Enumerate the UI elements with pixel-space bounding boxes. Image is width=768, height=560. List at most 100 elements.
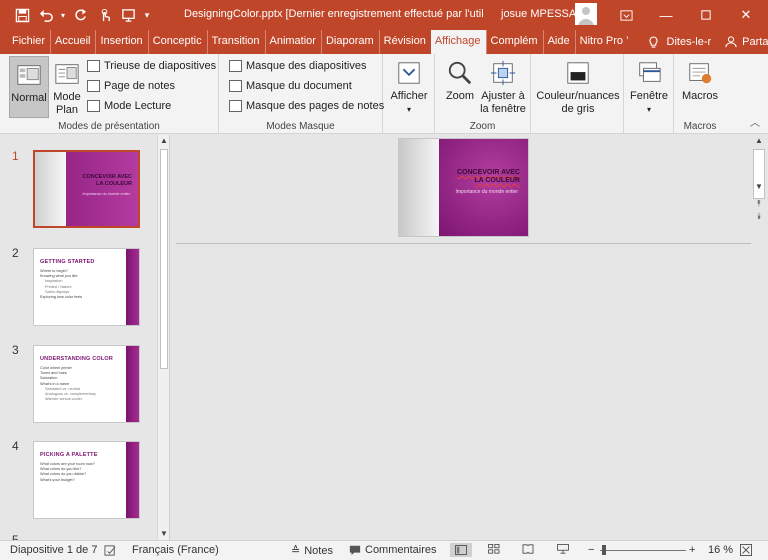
ribbon-display-options-icon[interactable] (606, 0, 646, 30)
tab-revision[interactable]: Révision (378, 30, 431, 54)
reading-view-status-icon[interactable] (522, 544, 534, 554)
comments-label: Commentaires (365, 544, 437, 556)
zoom-slider[interactable] (600, 550, 686, 551)
tab-accueil[interactable]: Accueil (50, 30, 95, 54)
slide-thumbnail-4[interactable]: PICKING A PALETTE What colors are your r… (33, 441, 140, 519)
normal-view-status-icon[interactable] (450, 543, 472, 557)
tell-me-box[interactable]: Dites-le-r (648, 30, 711, 54)
spellcheck-icon[interactable] (104, 544, 117, 557)
close-icon[interactable]: ✕ (726, 0, 766, 30)
notes-page-button[interactable]: Page de notes (87, 80, 175, 92)
main-scrollbar[interactable]: ▲ ▼ (752, 135, 766, 199)
notes-master-label: Masque des pages de notes (246, 100, 385, 112)
tab-insertion[interactable]: Insertion (95, 30, 147, 54)
show-dropdown-icon: ▾ (406, 105, 411, 114)
current-slide-title[interactable]: CONCEVOIR AVEC LA COULEUR (457, 169, 520, 185)
notes-divider[interactable] (176, 243, 751, 244)
show-label: Afficher (390, 90, 428, 102)
fit-to-window-button[interactable]: Ajuster à la fenêtre (479, 58, 527, 116)
normal-view-button[interactable]: Normal (9, 56, 49, 118)
customize-qat-icon[interactable]: ▾ (140, 3, 154, 27)
tab-affichage[interactable]: Affichage (430, 30, 486, 54)
scrollbar-thumb[interactable] (160, 149, 168, 369)
current-slide-subtitle[interactable]: Importance du monde entier (455, 189, 518, 195)
tab-aide[interactable]: Aide (542, 30, 575, 54)
macros-button[interactable]: Macros (680, 58, 720, 103)
touch-mode-icon[interactable] (92, 3, 116, 27)
tab-fichier[interactable]: Fichier (0, 30, 50, 54)
slide-title: UNDERSTANDING COLOR (40, 356, 114, 362)
notes-master-button[interactable]: Masque des pages de notes (229, 100, 384, 112)
window-button[interactable]: Fenêtre ▾ (629, 58, 669, 116)
current-slide[interactable]: CONCEVOIR AVEC LA COULEUR Importance du … (398, 138, 529, 237)
slide-bullet: What's your budget? (40, 477, 75, 482)
outline-view-button[interactable]: Mode Plan (51, 59, 83, 119)
share-button[interactable]: Partager (725, 30, 768, 54)
language[interactable]: Français (France) (132, 544, 219, 556)
notes-button[interactable]: ≙ Notes (291, 544, 333, 558)
status-bar: Diapositive 1 de 7 Français (France) ≙ N… (0, 540, 768, 560)
handout-master-icon (229, 80, 242, 92)
zoom-in-icon[interactable]: + (689, 544, 695, 556)
scroll-up-icon[interactable]: ▲ (158, 135, 169, 147)
thumbnails-scrollbar[interactable]: ▲ ▼ (157, 135, 169, 540)
slideshow-status-icon[interactable] (557, 544, 569, 554)
slide-master-button[interactable]: Masque des diapositives (229, 60, 366, 72)
slide-thumbnail-2[interactable]: GETTING STARTED Where to begin? Knowing … (33, 248, 140, 326)
comments-button[interactable]: Commentaires (349, 544, 437, 556)
ribbon: Normal Mode Plan Trieuse de diapositives… (0, 54, 768, 134)
window-label: Fenêtre (630, 90, 668, 102)
user-name[interactable]: josue MPESSA (501, 8, 576, 20)
avatar[interactable] (575, 3, 597, 25)
slide-title: GETTING STARTED (40, 259, 95, 265)
normal-view-icon (14, 60, 44, 90)
slide-sorter-status-icon[interactable] (488, 544, 500, 554)
undo-dropdown-icon[interactable]: ▾ (58, 3, 68, 27)
slide-subtitle: Importance du monde entier (82, 192, 131, 196)
scroll-down-icon[interactable]: ▼ (158, 528, 169, 540)
tab-animations[interactable]: Animatior (264, 30, 321, 54)
show-button[interactable]: Afficher ▾ (389, 58, 429, 116)
slide-number: 5 (12, 533, 19, 540)
normal-view-label: Normal (11, 92, 47, 104)
previous-slide-icon[interactable]: ⯭ (754, 198, 764, 209)
slide-bullet: Warmer versus cooler (45, 397, 82, 402)
tab-nitro-pro[interactable]: Nitro Pro ’ (574, 30, 634, 54)
fit-to-window-icon (488, 58, 518, 88)
slide-sorter-button[interactable]: Trieuse de diapositives (87, 60, 216, 72)
zoom-slider-thumb[interactable] (602, 545, 606, 555)
tab-diaporama[interactable]: Diaporam (320, 30, 379, 54)
color-grayscale-button[interactable]: Couleur/nuances de gris (536, 58, 620, 116)
slide-thumbnail-1[interactable]: CONCEVOIR AVEC LA COULEUR Importance du … (33, 150, 140, 228)
collapse-ribbon-icon[interactable]: ︿ (750, 114, 760, 129)
fit-slide-icon[interactable] (740, 544, 752, 556)
scroll-down-icon[interactable]: ▼ (753, 181, 765, 193)
title-bar: ▾ ▾ DesigningColor.pptx [Dernier enregis… (0, 0, 768, 30)
zoom-out-icon[interactable]: − (588, 544, 594, 556)
notes-label: Notes (304, 544, 333, 557)
handout-master-button[interactable]: Masque du document (229, 80, 352, 92)
group-label-zoom: Zoom (469, 121, 496, 132)
show-icon (394, 58, 424, 88)
notes-master-icon (229, 100, 242, 112)
next-slide-icon[interactable]: ⯯ (754, 211, 764, 222)
group-label-master-views: Modes Masque (266, 121, 335, 132)
tab-conception[interactable]: Conceptic (147, 30, 207, 54)
minimize-icon[interactable]: — (646, 0, 686, 30)
save-icon[interactable] (10, 3, 34, 27)
reading-view-button[interactable]: Mode Lecture (87, 100, 171, 112)
zoom-button[interactable]: Zoom (442, 58, 478, 103)
zoom-level[interactable]: 16 % (708, 544, 733, 556)
tab-transitions[interactable]: Transition (206, 30, 265, 54)
present-icon[interactable] (116, 3, 140, 27)
lightbulb-icon (648, 35, 658, 48)
undo-icon[interactable] (34, 3, 58, 27)
slide-counter: Diapositive 1 de 7 (10, 544, 98, 556)
slide-thumbnail-3[interactable]: UNDERSTANDING COLOR Color wheel primer T… (33, 345, 140, 423)
tab-complements[interactable]: Complém (485, 30, 543, 54)
maximize-icon[interactable] (686, 0, 726, 30)
scroll-up-icon[interactable]: ▲ (753, 135, 765, 147)
redo-icon[interactable] (68, 3, 92, 27)
group-show: Afficher ▾ (383, 54, 435, 134)
group-label-macros: Macros (683, 121, 717, 132)
